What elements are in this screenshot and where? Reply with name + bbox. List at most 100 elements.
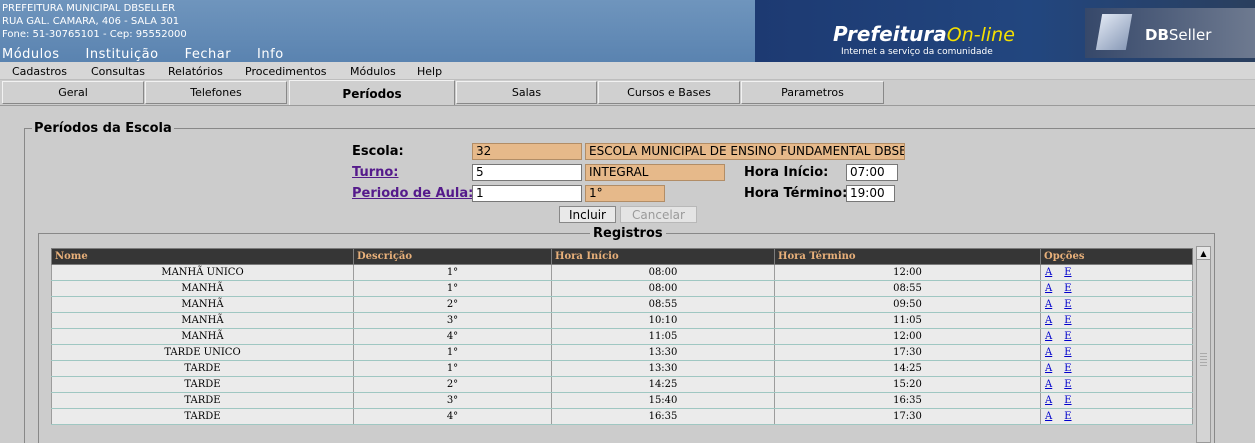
cell-opcoes: AE	[1040, 344, 1193, 361]
cell-descricao: 3°	[353, 392, 552, 409]
cell-nome: MANHÃ	[51, 328, 354, 345]
org-name: PREFEITURA MUNICIPAL DBSELLER	[2, 3, 176, 14]
cell-descricao: 1°	[353, 280, 552, 297]
col-opcoes: Opções	[1040, 248, 1193, 265]
menu-cadastros[interactable]: Cadastros	[12, 65, 67, 78]
hora-termino-label: Hora Término:	[744, 186, 848, 201]
table-row: MANHÃ 2° 08:55 09:50 A E	[51, 296, 1193, 313]
registros-legend: Registros	[590, 226, 666, 241]
cell-opcoes: AE	[1040, 360, 1193, 377]
menu-relatorios[interactable]: Relatórios	[168, 65, 223, 78]
cell-descricao: 1°	[353, 360, 552, 377]
excluir-link[interactable]: E	[1064, 347, 1071, 358]
tab-telefones[interactable]: Telefones	[145, 81, 287, 104]
nav-fechar[interactable]: Fechar	[185, 47, 231, 62]
cell-nome: TARDE UNICO	[51, 344, 354, 361]
hora-inicio-input[interactable]: 07:00	[846, 164, 898, 181]
hora-termino-input[interactable]: 19:00	[846, 185, 895, 202]
alterar-link[interactable]: A	[1045, 395, 1052, 406]
excluir-link[interactable]: E	[1064, 283, 1071, 294]
excluir-link[interactable]: E	[1064, 315, 1071, 326]
turno-name-field: INTEGRAL	[585, 164, 725, 181]
alterar-link[interactable]: A	[1045, 315, 1052, 326]
tab-divider	[0, 105, 1255, 106]
excluir-link[interactable]: E	[1064, 331, 1071, 342]
menu-bar: Cadastros Consultas Relatórios Procedime…	[0, 62, 1255, 80]
org-address: RUA GAL. CAMARA, 406 - SALA 301	[2, 16, 180, 27]
turno-code-input[interactable]: 5	[472, 164, 582, 181]
cancelar-button[interactable]: Cancelar	[620, 206, 697, 223]
tab-parametros[interactable]: Parametros	[741, 81, 884, 104]
periodo-aula-link[interactable]: Periodo de Aula:	[352, 186, 473, 201]
alterar-link[interactable]: A	[1045, 411, 1052, 422]
menu-consultas[interactable]: Consultas	[91, 65, 145, 78]
incluir-button[interactable]: Incluir	[559, 206, 616, 223]
turno-link[interactable]: Turno:	[352, 165, 399, 180]
excluir-link[interactable]: E	[1064, 267, 1071, 278]
escola-code-field: 32	[472, 143, 582, 160]
alterar-link[interactable]: A	[1045, 331, 1052, 342]
scroll-grip-icon[interactable]	[1200, 353, 1207, 367]
table-row: TARDE UNICO 1° 13:30 17:30 A E	[51, 344, 1193, 361]
cell-hora-inicio: 08:00	[551, 280, 775, 297]
tab-salas[interactable]: Salas	[456, 81, 597, 104]
nav-modulos[interactable]: Módulos	[2, 47, 60, 62]
cell-opcoes: AE	[1040, 328, 1193, 345]
grid-scrollbar[interactable]: ▲	[1196, 246, 1211, 443]
nav-info[interactable]: Info	[257, 47, 284, 62]
alterar-link[interactable]: A	[1045, 299, 1052, 310]
escola-name-field: ESCOLA MUNICIPAL DE ENSINO FUNDAMENTAL D…	[585, 143, 905, 160]
cell-hora-termino: 17:30	[774, 344, 1041, 361]
table-row: TARDE 3° 15:40 16:35 A E	[51, 392, 1193, 409]
menu-procedimentos[interactable]: Procedimentos	[245, 65, 327, 78]
cell-hora-inicio: 13:30	[551, 360, 775, 377]
alterar-link[interactable]: A	[1045, 347, 1052, 358]
alterar-link[interactable]: A	[1045, 267, 1052, 278]
excluir-link[interactable]: E	[1064, 379, 1071, 390]
table-row: MANHÃ 1° 08:00 08:55 A E	[51, 280, 1193, 297]
cell-descricao: 1°	[353, 344, 552, 361]
excluir-link[interactable]: E	[1064, 299, 1071, 310]
cell-opcoes: AE	[1040, 296, 1193, 313]
prefeitura-online-logo: PrefeituraOn-line	[833, 22, 1015, 46]
col-nome: Nome	[51, 248, 354, 265]
excluir-link[interactable]: E	[1064, 363, 1071, 374]
cell-nome: MANHÃ	[51, 280, 354, 297]
cell-hora-termino: 11:05	[774, 312, 1041, 329]
alterar-link[interactable]: A	[1045, 379, 1052, 390]
cell-hora-termino: 14:25	[774, 360, 1041, 377]
cell-opcoes: AE	[1040, 376, 1193, 393]
cell-hora-inicio: 08:55	[551, 296, 775, 313]
table-row: TARDE 4° 16:35 17:30 A E	[51, 408, 1193, 425]
cell-hora-inicio: 10:10	[551, 312, 775, 329]
cell-hora-inicio: 08:00	[551, 264, 775, 281]
top-nav: Módulos Instituição Fechar Info	[2, 47, 284, 62]
cell-hora-inicio: 16:35	[551, 408, 775, 425]
menu-modulos[interactable]: Módulos	[350, 65, 396, 78]
excluir-link[interactable]: E	[1064, 411, 1071, 422]
registros-table: Nome Descrição Hora Início Hora Término …	[51, 248, 1193, 425]
alterar-link[interactable]: A	[1045, 363, 1052, 374]
cell-hora-termino: 12:00	[774, 264, 1041, 281]
tab-cursos-bases[interactable]: Cursos e Bases	[598, 81, 740, 104]
cell-nome: MANHÃ	[51, 312, 354, 329]
scroll-up-arrow-icon[interactable]: ▲	[1197, 247, 1210, 260]
tab-geral[interactable]: Geral	[2, 81, 144, 104]
cell-nome: TARDE	[51, 360, 354, 377]
periodo-code-input[interactable]: 1	[472, 185, 582, 202]
cell-nome: TARDE	[51, 408, 354, 425]
alterar-link[interactable]: A	[1045, 283, 1052, 294]
cell-descricao: 2°	[353, 376, 552, 393]
periodo-name-field: 1°	[585, 185, 665, 202]
nav-instituicao[interactable]: Instituição	[86, 47, 159, 62]
col-hora-inicio: Hora Início	[551, 248, 775, 265]
escola-label: Escola:	[352, 144, 404, 159]
tab-periodos[interactable]: Períodos	[289, 80, 455, 106]
cell-opcoes: AE	[1040, 280, 1193, 297]
col-descricao: Descrição	[353, 248, 552, 265]
menu-help[interactable]: Help	[417, 65, 442, 78]
tab-bar: Geral Telefones Períodos Salas Cursos e …	[0, 80, 1255, 106]
org-phone: Fone: 51-30765101 - Cep: 95552000	[2, 29, 187, 40]
excluir-link[interactable]: E	[1064, 395, 1071, 406]
cell-hora-inicio: 11:05	[551, 328, 775, 345]
